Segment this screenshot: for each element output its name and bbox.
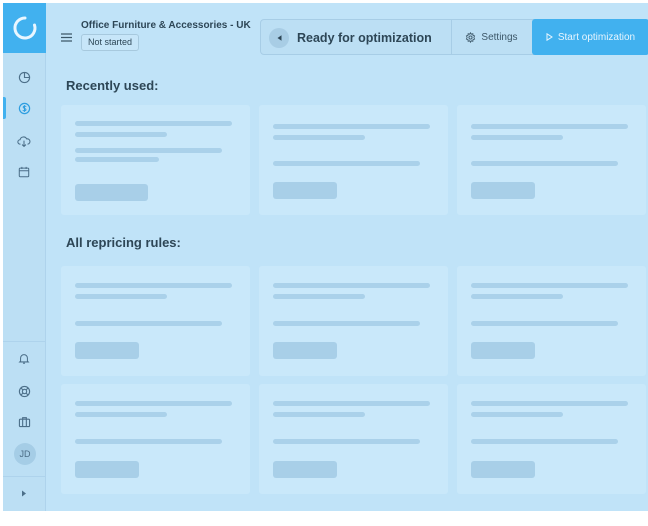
placeholder-button (273, 461, 337, 478)
placeholder-line (75, 401, 232, 406)
start-optimization-button[interactable]: Start optimization (532, 19, 648, 55)
help-lifebuoy-icon (18, 385, 30, 397)
placeholder-line (471, 439, 618, 444)
back-button[interactable] (269, 28, 289, 48)
placeholder-line (471, 124, 628, 129)
sidebar-expand-button[interactable] (14, 483, 34, 503)
placeholder-line (273, 161, 420, 166)
placeholder-line (273, 294, 365, 299)
rule-card-placeholder[interactable] (259, 266, 448, 376)
placeholder-line (75, 148, 222, 153)
placeholder-button (273, 342, 337, 359)
pie-chart-icon (18, 71, 30, 83)
sidebar-item-schedule[interactable] (14, 162, 34, 182)
user-initials: JD (19, 449, 31, 459)
caret-right-icon (22, 490, 26, 496)
optimization-status-title: Ready for optimization (297, 31, 432, 45)
caret-left-icon (277, 35, 281, 41)
placeholder-line (273, 283, 430, 288)
placeholder-line (75, 157, 159, 162)
placeholder-line (75, 132, 167, 137)
settings-button[interactable]: Settings (451, 20, 531, 54)
sidebar-divider (3, 341, 46, 342)
rule-card-placeholder[interactable] (457, 105, 646, 215)
placeholder-line (273, 401, 430, 406)
placeholder-button (471, 342, 535, 359)
placeholder-button (471, 182, 535, 199)
optimization-action-bar: Ready for optimization Settings Start op… (260, 19, 648, 55)
settings-label: Settings (481, 31, 518, 43)
placeholder-line (273, 321, 420, 326)
rule-card-placeholder[interactable] (259, 105, 448, 215)
sidebar-item-stores[interactable] (14, 412, 34, 432)
recently-used-heading: Recently used: (66, 78, 159, 93)
placeholder-line (471, 401, 628, 406)
placeholder-line (471, 412, 563, 417)
placeholder-line (273, 439, 420, 444)
sidebar-divider (3, 476, 46, 477)
placeholder-line (75, 121, 232, 126)
sidebar: JD (3, 3, 46, 511)
cloud-download-icon (17, 135, 31, 147)
placeholder-line (471, 321, 618, 326)
sidebar-item-import[interactable] (14, 131, 34, 151)
placeholder-line (471, 294, 563, 299)
bell-icon (18, 353, 30, 364)
store-name: Office Furniture & Accessories - UK (81, 20, 251, 31)
sidebar-item-repricing[interactable] (14, 98, 34, 118)
active-indicator (3, 97, 6, 119)
status-badge: Not started (81, 34, 140, 51)
placeholder-line (75, 283, 232, 288)
briefcase-icon (18, 417, 30, 428)
rule-card-placeholder[interactable] (61, 384, 250, 494)
rule-card-placeholder[interactable] (259, 384, 448, 494)
play-icon (546, 33, 553, 41)
app-window: JD Office Furniture & Accessories - UK N… (3, 3, 648, 511)
placeholder-button (471, 461, 535, 478)
menu-toggle-button[interactable] (61, 29, 72, 47)
sidebar-item-help[interactable] (14, 381, 34, 401)
start-optimization-label: Start optimization (557, 31, 636, 43)
sidebar-item-dashboard[interactable] (14, 67, 34, 87)
placeholder-line (471, 161, 618, 166)
logo-icon (12, 16, 36, 40)
placeholder-line (75, 321, 222, 326)
rule-card-placeholder[interactable] (457, 384, 646, 494)
placeholder-line (75, 439, 222, 444)
placeholder-line (471, 135, 563, 140)
rule-card-placeholder[interactable] (61, 266, 250, 376)
gear-icon (466, 31, 476, 43)
user-avatar[interactable]: JD (14, 443, 36, 465)
placeholder-line (273, 124, 430, 129)
placeholder-line (471, 283, 628, 288)
placeholder-line (75, 294, 167, 299)
placeholder-button (75, 461, 139, 478)
logo[interactable] (3, 3, 46, 53)
placeholder-line (75, 412, 167, 417)
placeholder-button (75, 184, 148, 201)
all-repricing-rules-heading: All repricing rules: (66, 235, 181, 250)
hamburger-icon (61, 33, 72, 42)
rule-card-placeholder[interactable] (61, 105, 250, 215)
pricing-icon (18, 102, 30, 114)
placeholder-button (273, 182, 337, 199)
placeholder-line (273, 135, 365, 140)
sidebar-item-notifications[interactable] (14, 348, 34, 368)
placeholder-button (75, 342, 139, 359)
rule-card-placeholder[interactable] (457, 266, 646, 376)
calendar-icon (18, 166, 30, 178)
placeholder-line (273, 412, 365, 417)
